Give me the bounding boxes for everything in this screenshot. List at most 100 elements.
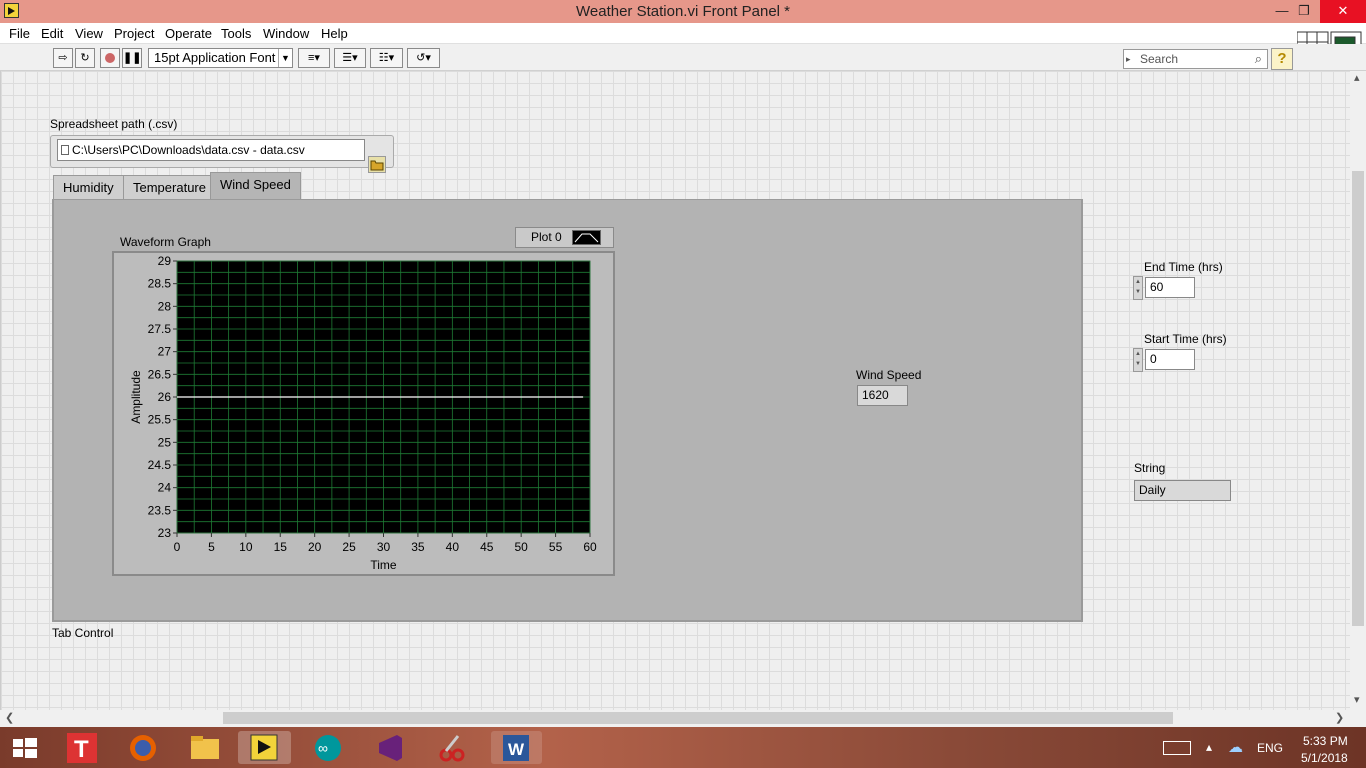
distribute-objects-icon[interactable]: ☰▾ xyxy=(334,48,366,68)
search-icon[interactable]: ⌕ xyxy=(1255,50,1262,68)
scroll-down-icon[interactable]: ▾ xyxy=(1354,693,1360,706)
menu-operate[interactable]: Operate xyxy=(165,26,212,41)
plot-legend-label: Plot 0 xyxy=(531,230,562,244)
resize-objects-icon[interactable]: ☷▾ xyxy=(370,48,403,68)
search-placeholder: Search xyxy=(1140,52,1179,66)
language-indicator[interactable]: ENG xyxy=(1257,741,1283,755)
windows-start-icon[interactable] xyxy=(5,731,43,764)
svg-text:∞: ∞ xyxy=(318,740,328,756)
graph-label: Waveform Graph xyxy=(120,235,211,249)
snipping-tool-icon[interactable] xyxy=(433,731,471,764)
y-tick-label: 28 xyxy=(158,299,172,313)
word-icon[interactable]: W xyxy=(491,731,542,764)
help-button[interactable]: ? xyxy=(1271,48,1293,70)
menu-edit[interactable]: Edit xyxy=(41,26,63,41)
clock-date[interactable]: 5/1/2018 xyxy=(1301,751,1348,765)
x-tick-label: 40 xyxy=(446,540,460,554)
menu-file[interactable]: File xyxy=(9,26,30,41)
font-select-value: 15pt Application Font xyxy=(154,50,276,65)
x-tick-label: 55 xyxy=(549,540,563,554)
menu-project[interactable]: Project xyxy=(114,26,154,41)
visual-studio-icon[interactable] xyxy=(371,731,409,764)
x-tick-label: 20 xyxy=(308,540,322,554)
scroll-corner xyxy=(1350,710,1366,727)
y-tick-label: 24 xyxy=(158,481,172,495)
y-axis-label: Amplitude xyxy=(129,370,143,424)
tab-humidity[interactable]: Humidity xyxy=(53,175,124,200)
menu-window[interactable]: Window xyxy=(263,26,309,41)
todoist-app-icon[interactable]: T xyxy=(63,731,101,764)
chevron-down-icon: ▼ xyxy=(278,49,292,67)
y-tick-label: 26 xyxy=(158,390,172,404)
y-tick-label: 29 xyxy=(158,254,172,268)
window-title: Weather Station.vi Front Panel * xyxy=(576,3,790,20)
close-icon[interactable]: ✕ xyxy=(1320,0,1366,23)
run-arrow-icon[interactable]: ⇨ xyxy=(53,48,73,68)
y-tick-label: 24.5 xyxy=(148,458,172,472)
path-input[interactable]: C:\Users\PC\Downloads\data.csv - data.cs… xyxy=(57,139,365,161)
svg-text:W: W xyxy=(508,740,525,759)
file-explorer-icon[interactable] xyxy=(186,731,224,764)
clock-time[interactable]: 5:33 PM xyxy=(1303,734,1348,748)
menu-bar: File Edit View Project Operate Tools Win… xyxy=(0,23,1366,44)
svg-text:T: T xyxy=(74,736,89,763)
x-tick-label: 25 xyxy=(342,540,356,554)
start-time-input[interactable]: 0 xyxy=(1145,349,1195,370)
y-tick-label: 25.5 xyxy=(148,413,172,427)
x-tick-label: 0 xyxy=(174,540,181,554)
end-time-input[interactable]: 60 xyxy=(1145,277,1195,298)
y-tick-label: 25 xyxy=(158,435,172,449)
labview-taskbar-icon[interactable] xyxy=(238,731,291,764)
font-select[interactable]: 15pt Application Font ▼ xyxy=(148,48,293,68)
restore-icon[interactable]: ❐ xyxy=(1287,0,1321,23)
x-tick-label: 30 xyxy=(377,540,391,554)
y-tick-label: 23 xyxy=(158,526,172,540)
align-objects-icon[interactable]: ≡▾ xyxy=(298,48,330,68)
start-time-increment-icon[interactable]: ▲ ▼ xyxy=(1133,348,1143,372)
search-expand-icon[interactable]: ▸ xyxy=(1126,50,1131,68)
arduino-icon[interactable]: ∞ xyxy=(309,731,347,764)
start-time-label: Start Time (hrs) xyxy=(1144,332,1227,346)
scroll-up-icon[interactable]: ▴ xyxy=(1354,71,1360,84)
horizontal-scrollbar[interactable]: ❮ ❯ xyxy=(0,710,1350,727)
run-continuously-icon[interactable]: ↻ xyxy=(75,48,95,68)
scroll-left-icon[interactable]: ❮ xyxy=(5,711,14,724)
end-time-label: End Time (hrs) xyxy=(1144,260,1223,274)
pause-icon[interactable]: ❚❚ xyxy=(122,48,142,68)
string-indicator-label: String xyxy=(1134,461,1166,475)
menu-help[interactable]: Help xyxy=(321,26,348,41)
menu-view[interactable]: View xyxy=(75,26,103,41)
abort-icon[interactable] xyxy=(100,48,120,68)
x-tick-label: 60 xyxy=(583,540,597,554)
scroll-right-icon[interactable]: ❯ xyxy=(1335,711,1344,724)
vertical-scrollbar[interactable]: ▴ ▾ xyxy=(1350,71,1366,710)
x-tick-label: 10 xyxy=(239,540,253,554)
x-tick-label: 50 xyxy=(514,540,528,554)
folder-browse-icon[interactable] xyxy=(368,156,386,173)
y-tick-label: 27 xyxy=(158,345,172,359)
x-tick-label: 15 xyxy=(274,540,288,554)
y-tick-label: 28.5 xyxy=(148,277,172,291)
x-tick-label: 35 xyxy=(411,540,425,554)
vertical-scroll-thumb[interactable] xyxy=(1352,171,1364,626)
x-axis-label: Time xyxy=(370,558,397,572)
path-control: C:\Users\PC\Downloads\data.csv - data.cs… xyxy=(50,135,394,173)
reorder-icon[interactable]: ↺▾ xyxy=(407,48,440,68)
tab-control-label: Tab Control xyxy=(52,626,114,640)
path-type-icon xyxy=(61,145,69,155)
x-tick-label: 45 xyxy=(480,540,494,554)
horizontal-scroll-thumb[interactable] xyxy=(223,712,1173,724)
end-time-increment-icon[interactable]: ▲ ▼ xyxy=(1133,276,1143,300)
search-input[interactable]: Search ▸ ⌕ xyxy=(1123,49,1268,69)
menu-tools[interactable]: Tools xyxy=(221,26,251,41)
path-control-label: Spreadsheet path (.csv) xyxy=(50,117,178,131)
onedrive-icon[interactable]: ☁ xyxy=(1228,738,1243,756)
tab-temperature[interactable]: Temperature xyxy=(123,175,216,200)
firefox-icon[interactable] xyxy=(124,731,162,764)
keyboard-icon[interactable] xyxy=(1163,741,1191,755)
title-bar: Weather Station.vi Front Panel * — ❐ ✕ xyxy=(0,0,1366,23)
plot-legend[interactable]: Plot 0 xyxy=(515,227,614,248)
wind-speed-label: Wind Speed xyxy=(856,368,922,382)
tab-wind-speed[interactable]: Wind Speed xyxy=(210,172,301,202)
show-hidden-icons-icon[interactable]: ▴ xyxy=(1206,740,1212,754)
